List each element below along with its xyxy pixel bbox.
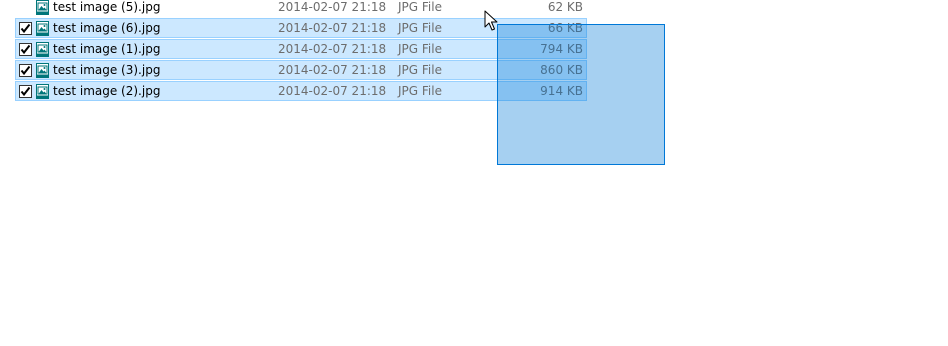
file-date: 2014-02-07 21:18 bbox=[278, 63, 387, 77]
file-size: 794 KB bbox=[540, 42, 583, 56]
file-name: test image (6).jpg bbox=[53, 21, 161, 35]
file-type: JPG File bbox=[398, 63, 442, 77]
file-date: 2014-02-07 21:18 bbox=[278, 84, 387, 98]
row-checkbox[interactable] bbox=[19, 85, 32, 98]
file-row[interactable]: test image (5).jpg 2014-02-07 21:18 JPG … bbox=[15, 0, 587, 17]
checkmark-icon bbox=[20, 86, 31, 97]
file-list: test image (5).jpg 2014-02-07 21:18 JPG … bbox=[0, 0, 948, 346]
checkmark-icon bbox=[20, 23, 31, 34]
image-file-icon bbox=[35, 0, 50, 15]
file-row[interactable]: test image (3).jpg 2014-02-07 21:18 JPG … bbox=[15, 60, 587, 80]
row-checkbox[interactable] bbox=[19, 43, 32, 56]
file-size: 62 KB bbox=[547, 0, 583, 14]
image-file-icon bbox=[35, 42, 50, 57]
file-name: test image (5).jpg bbox=[53, 0, 161, 14]
row-checkbox[interactable] bbox=[19, 64, 32, 77]
file-name: test image (3).jpg bbox=[53, 63, 161, 77]
image-file-icon bbox=[35, 21, 50, 36]
file-name: test image (2).jpg bbox=[53, 84, 161, 98]
file-size: 914 KB bbox=[540, 84, 583, 98]
file-row[interactable]: test image (6).jpg 2014-02-07 21:18 JPG … bbox=[15, 18, 587, 38]
file-date: 2014-02-07 21:18 bbox=[278, 0, 387, 14]
file-type: JPG File bbox=[398, 84, 442, 98]
checkmark-icon bbox=[20, 65, 31, 76]
file-row[interactable]: test image (1).jpg 2014-02-07 21:18 JPG … bbox=[15, 39, 587, 59]
image-file-icon bbox=[35, 63, 50, 78]
file-row[interactable]: test image (2).jpg 2014-02-07 21:18 JPG … bbox=[15, 81, 587, 101]
file-size: 860 KB bbox=[540, 63, 583, 77]
file-date: 2014-02-07 21:18 bbox=[278, 21, 387, 35]
file-name: test image (1).jpg bbox=[53, 42, 161, 56]
file-size: 66 KB bbox=[547, 21, 583, 35]
file-type: JPG File bbox=[398, 0, 442, 14]
file-type: JPG File bbox=[398, 21, 442, 35]
file-type: JPG File bbox=[398, 42, 442, 56]
checkmark-icon bbox=[20, 44, 31, 55]
image-file-icon bbox=[35, 84, 50, 99]
row-checkbox[interactable] bbox=[19, 22, 32, 35]
file-date: 2014-02-07 21:18 bbox=[278, 42, 387, 56]
